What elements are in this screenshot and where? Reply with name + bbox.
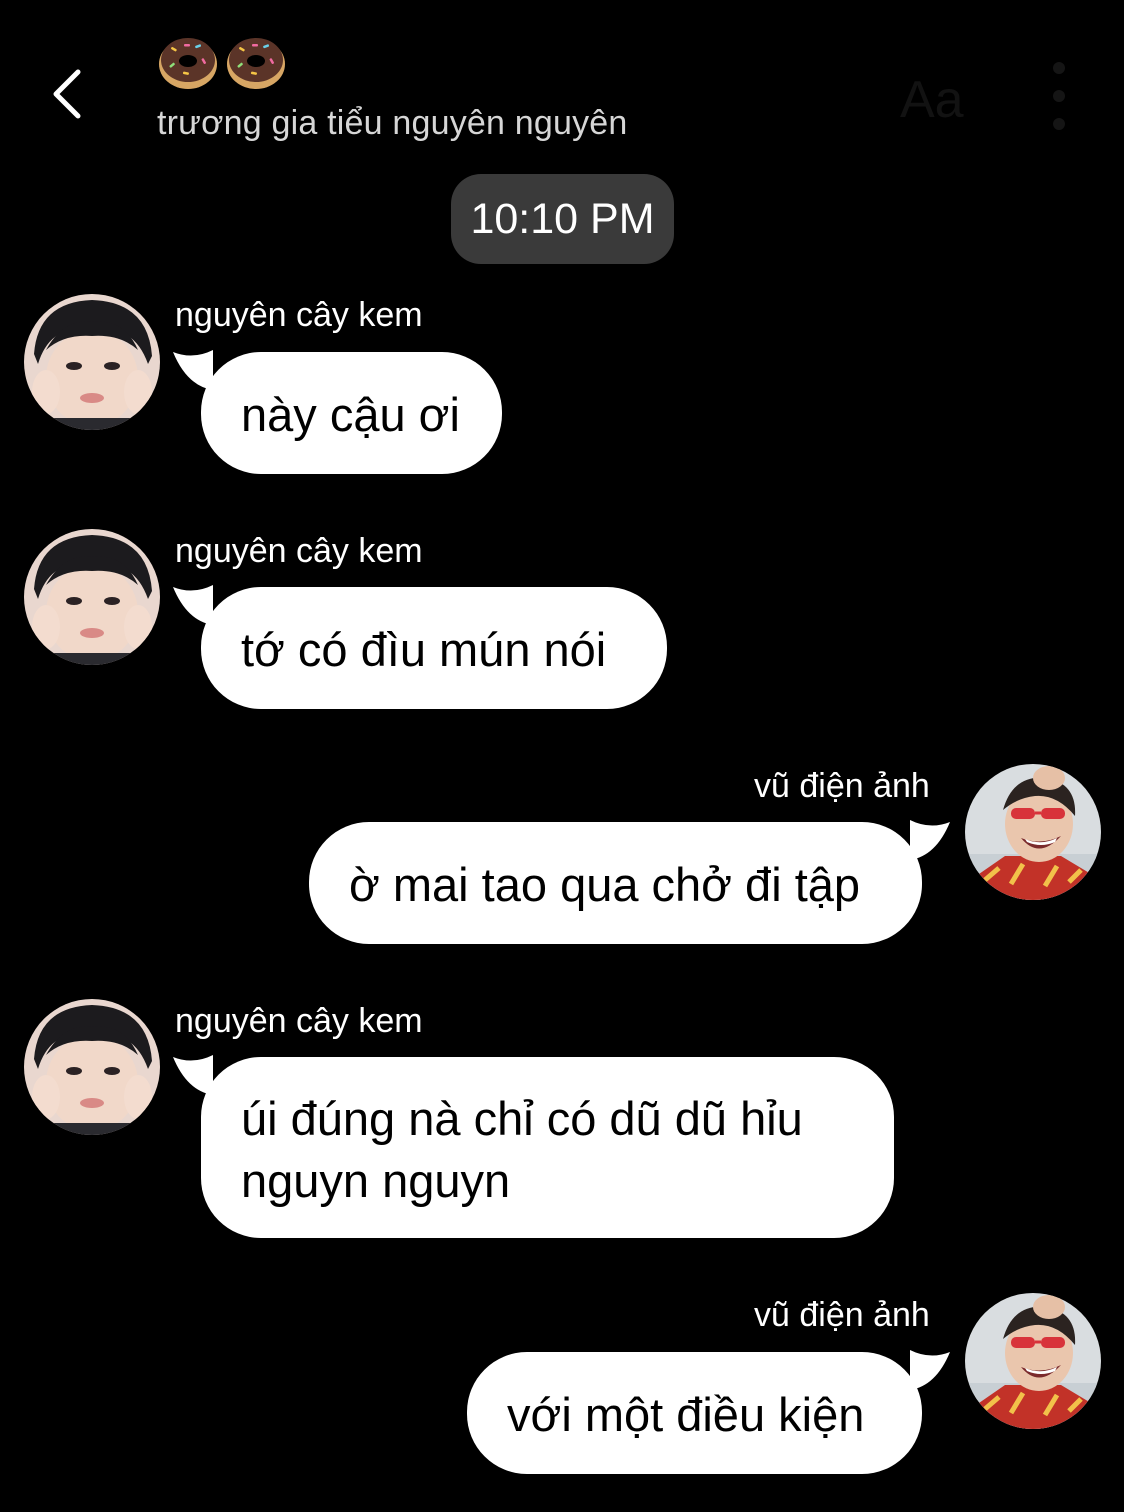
message-bubble[interactable]: ờ mai tao qua chở đi tập — [309, 820, 950, 944]
sender-name: vũ điện ảnh — [754, 1296, 930, 1334]
message-text-line: úi đúng nà chỉ có dũ dũ hỉu — [241, 1092, 803, 1145]
message-bubble[interactable]: này cậu ơi — [173, 350, 502, 474]
avatar[interactable] — [24, 294, 160, 430]
vertical-ellipsis-icon — [1053, 62, 1065, 74]
avatar[interactable] — [24, 529, 160, 665]
sender-name: nguyên cây kem — [175, 296, 423, 334]
chat-title[interactable]: trương gia tiểu nguyên nguyên — [157, 104, 628, 143]
font-size-button[interactable]: Aa — [900, 70, 964, 130]
sender-name: nguyên cây kem — [175, 1002, 423, 1040]
message-text: tớ có đìu mún nói — [241, 623, 607, 676]
chat-header: trương gia tiểu nguyên nguyên Aa — [0, 0, 1124, 170]
timestamp-pill: 10:10 PM — [451, 174, 674, 264]
sender-name: nguyên cây kem — [175, 532, 423, 570]
chevron-left-icon — [53, 69, 81, 119]
message-bubble[interactable]: tớ có đìu mún nói — [173, 585, 667, 709]
message-bubble[interactable]: với một điều kiện — [467, 1350, 950, 1474]
avatar[interactable] — [965, 1293, 1101, 1429]
avatar[interactable] — [965, 764, 1101, 900]
more-options-button[interactable] — [1048, 62, 1070, 130]
sender-name: vũ điện ảnh — [754, 767, 930, 805]
chat-emoji — [157, 30, 287, 92]
message-text-line: nguyn nguyn — [241, 1154, 511, 1207]
message-bubble[interactable]: úi đúng nà chỉ có dũ dũ hỉu nguyn nguyn — [173, 1055, 894, 1238]
message-text: với một điều kiện — [507, 1388, 865, 1441]
back-button[interactable] — [40, 64, 94, 124]
donut-icon — [157, 30, 219, 92]
message-text: này cậu ơi — [241, 388, 460, 441]
avatar[interactable] — [24, 999, 160, 1135]
message-text: ờ mai tao qua chở đi tập — [349, 858, 861, 911]
donut-icon — [225, 30, 287, 92]
